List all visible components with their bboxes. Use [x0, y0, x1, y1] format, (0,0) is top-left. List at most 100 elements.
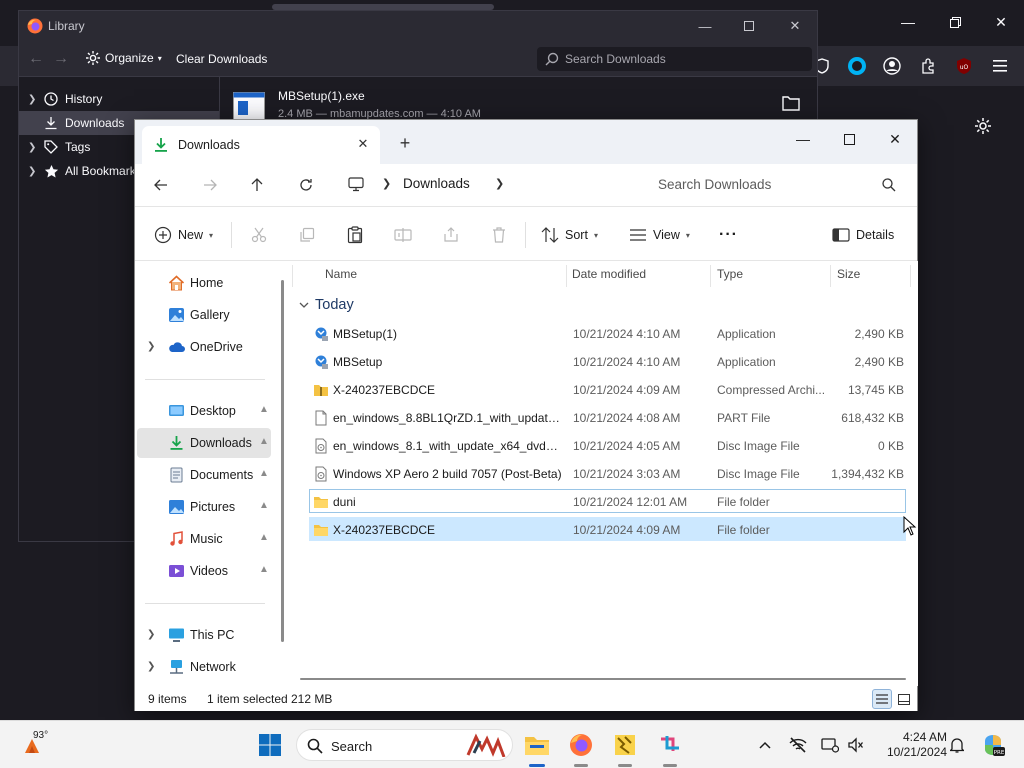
- volume-muted-icon[interactable]: [846, 735, 866, 755]
- sidebar-item-desktop[interactable]: Desktop ▲: [137, 396, 271, 426]
- folder-icon[interactable]: [782, 95, 800, 111]
- close-icon[interactable]: ✕: [872, 124, 918, 154]
- cut-icon[interactable]: [249, 225, 269, 245]
- forward-arrow-icon[interactable]: [198, 173, 222, 197]
- chevron-right-icon[interactable]: ❯: [147, 629, 157, 641]
- display-icon[interactable]: [820, 735, 840, 755]
- view-button[interactable]: View ▾: [629, 223, 690, 247]
- library-search-input[interactable]: Search Downloads: [537, 47, 812, 71]
- close-tab-icon[interactable]: ✕: [354, 135, 372, 153]
- sidebar-item-gallery[interactable]: Gallery: [137, 300, 271, 330]
- minimize-icon[interactable]: —: [894, 10, 922, 34]
- pin-icon[interactable]: ▲: [259, 564, 269, 576]
- sidebar-item-documents[interactable]: Documents ▲: [137, 460, 271, 490]
- breadcrumb-downloads[interactable]: Downloads: [403, 176, 470, 191]
- taskbar-search[interactable]: Search: [296, 729, 513, 761]
- tiles-view-icon[interactable]: [894, 689, 914, 709]
- group-header-today[interactable]: Today: [299, 297, 354, 313]
- pin-icon[interactable]: ▲: [259, 436, 269, 448]
- details-pane-button[interactable]: Details: [832, 223, 894, 247]
- explorer-search-input[interactable]: Search Downloads: [639, 169, 909, 201]
- vpn-icon[interactable]: [845, 54, 869, 78]
- sidebar-item-music[interactable]: Music ▲: [137, 524, 271, 554]
- copilot-icon[interactable]: PRE: [980, 732, 1006, 758]
- column-header-size[interactable]: Size: [837, 267, 860, 281]
- column-header-date[interactable]: Date modified: [572, 267, 646, 281]
- minimize-icon[interactable]: —: [780, 124, 826, 154]
- paste-icon[interactable]: [345, 225, 365, 245]
- sidebar-item-pictures[interactable]: Pictures ▲: [137, 492, 271, 522]
- chevron-right-icon[interactable]: ❯: [28, 94, 40, 105]
- sort-button[interactable]: Sort ▾: [541, 223, 598, 247]
- ublock-icon[interactable]: uO: [952, 54, 976, 78]
- new-tab-icon[interactable]: +: [394, 132, 416, 154]
- chevron-right-icon[interactable]: ❯: [147, 341, 157, 353]
- extensions-icon[interactable]: [916, 54, 940, 78]
- chevron-right-icon[interactable]: ❯: [495, 177, 504, 190]
- up-arrow-icon[interactable]: [245, 173, 269, 197]
- menu-icon[interactable]: [988, 54, 1012, 78]
- gear-icon[interactable]: [972, 115, 994, 137]
- sidebar-item-network[interactable]: ❯ Network: [137, 652, 271, 682]
- chevron-up-icon[interactable]: [755, 735, 775, 755]
- chevron-right-icon[interactable]: ❯: [28, 142, 40, 153]
- pin-icon[interactable]: ▲: [259, 532, 269, 544]
- address-bar[interactable]: ❯ Downloads ❯: [340, 169, 636, 201]
- weather-widget[interactable]: 93°: [21, 730, 51, 757]
- file-row[interactable]: MBSetup 10/21/2024 4:10 AM Application 2…: [309, 349, 906, 373]
- file-row[interactable]: en_windows_8.1_with_update_x64_dvd_6... …: [309, 433, 906, 457]
- restore-icon[interactable]: [941, 10, 969, 34]
- rename-icon[interactable]: [393, 225, 413, 245]
- sidebar-item-history[interactable]: ❯ History: [19, 87, 219, 111]
- firefox-app-icon[interactable]: [567, 731, 595, 759]
- bell-icon[interactable]: [947, 735, 967, 755]
- share-icon[interactable]: [441, 225, 461, 245]
- sidebar-item-home[interactable]: Home: [137, 268, 271, 298]
- back-arrow-icon[interactable]: ←: [28, 50, 44, 68]
- chevron-right-icon[interactable]: ❯: [147, 661, 157, 673]
- chevron-right-icon[interactable]: ❯: [382, 177, 391, 190]
- tab-downloads[interactable]: Downloads ✕: [142, 126, 380, 164]
- network-off-icon[interactable]: [788, 735, 808, 755]
- forward-arrow-icon[interactable]: →: [53, 50, 69, 68]
- pin-icon[interactable]: ▲: [259, 500, 269, 512]
- chevron-right-icon[interactable]: ❯: [28, 166, 40, 177]
- file-row[interactable]: MBSetup(1) 10/21/2024 4:10 AM Applicatio…: [309, 321, 906, 345]
- organize-button[interactable]: Organize ▾: [85, 50, 162, 66]
- file-row[interactable]: X-240237EBCDCE 10/21/2024 4:09 AM File f…: [309, 517, 906, 541]
- minimize-icon[interactable]: —: [691, 16, 719, 36]
- sidebar-item-this-pc[interactable]: ❯ This PC: [137, 620, 271, 650]
- back-arrow-icon[interactable]: [149, 173, 173, 197]
- delete-icon[interactable]: [489, 225, 509, 245]
- close-icon[interactable]: ✕: [781, 16, 809, 36]
- sidebar-item-downloads[interactable]: Downloads ▲: [137, 428, 271, 458]
- file-row[interactable]: en_windows_8.8BL1QrZD.1_with_update_... …: [309, 405, 906, 429]
- file-row[interactable]: X-240237EBCDCE 10/21/2024 4:09 AM Compre…: [309, 377, 906, 401]
- horizontal-scrollbar[interactable]: [300, 678, 906, 680]
- navigation-scrollbar[interactable]: [281, 280, 284, 642]
- clear-downloads-button[interactable]: Clear Downloads: [176, 52, 267, 66]
- paint-app-icon[interactable]: [611, 731, 639, 759]
- snipping-tool-app-icon[interactable]: [656, 731, 684, 759]
- maximize-icon[interactable]: [735, 16, 763, 36]
- file-row[interactable]: duni 10/21/2024 12:01 AM File folder: [309, 489, 906, 513]
- column-header-type[interactable]: Type: [717, 267, 743, 281]
- system-clock[interactable]: 4:24 AM 10/21/2024: [871, 730, 947, 760]
- sidebar-item-videos[interactable]: Videos ▲: [137, 556, 271, 586]
- account-icon[interactable]: [880, 54, 904, 78]
- windows-start-icon[interactable]: [258, 733, 282, 757]
- more-options-button[interactable]: ···: [719, 223, 738, 247]
- maximize-icon[interactable]: [826, 124, 872, 154]
- new-button[interactable]: New ▾: [154, 223, 213, 247]
- close-icon[interactable]: ✕: [987, 10, 1015, 34]
- file-row[interactable]: Windows XP Aero 2 build 7057 (Post-Beta)…: [309, 461, 906, 485]
- details-view-icon[interactable]: [872, 689, 892, 709]
- copy-icon[interactable]: [297, 225, 317, 245]
- column-header-name[interactable]: Name: [325, 267, 357, 281]
- file-explorer-app-icon[interactable]: [523, 731, 551, 759]
- pin-icon[interactable]: ▲: [259, 404, 269, 416]
- pin-icon[interactable]: ▲: [259, 468, 269, 480]
- sidebar-item-onedrive[interactable]: ❯ OneDrive: [137, 332, 271, 362]
- download-item[interactable]: MBSetup(1).exe 2.4 MB — mbamupdates.com …: [220, 77, 818, 123]
- refresh-icon[interactable]: [294, 173, 318, 197]
